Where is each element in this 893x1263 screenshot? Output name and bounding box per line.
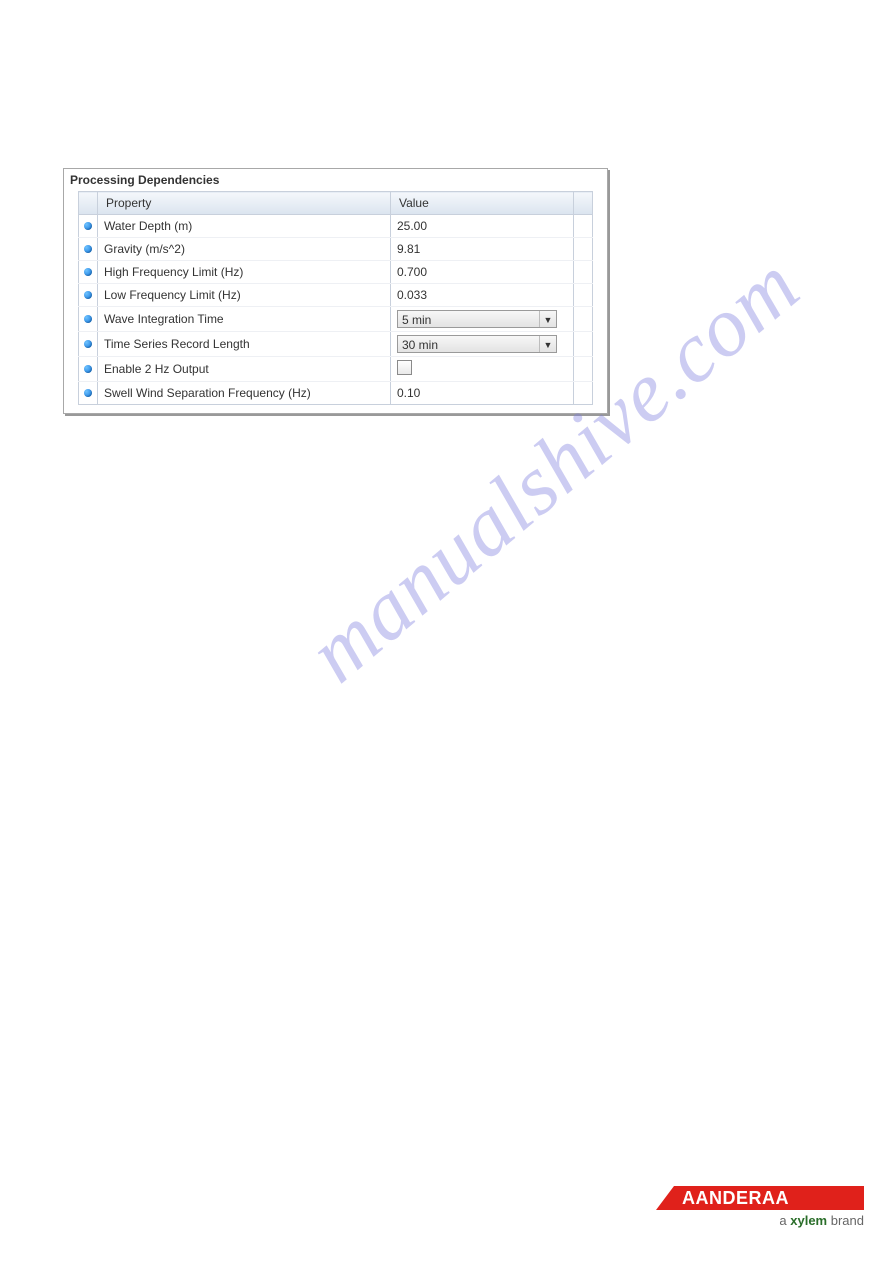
panel-title: Processing Dependencies [64,169,607,191]
brand-tagline: a xylem brand [656,1213,864,1228]
property-value[interactable]: 25.00 [397,219,427,233]
brand-block: AANDERAA a xylem brand [656,1186,864,1228]
row-end-cell [574,215,593,238]
bullet-icon [84,315,92,323]
property-value[interactable]: 9.81 [397,242,420,256]
property-value[interactable]: 0.10 [397,386,420,400]
property-label: Low Frequency Limit (Hz) [104,288,241,302]
property-value[interactable]: 0.033 [397,288,427,302]
table-row: Wave Integration Time 5 min ▼ [79,307,593,332]
table-row: Gravity (m/s^2) 9.81 [79,238,593,261]
row-end-cell [574,261,593,284]
table-row: Enable 2 Hz Output [79,357,593,382]
property-label: Water Depth (m) [104,219,192,233]
row-bullet-cell [79,382,98,405]
dropdown-value: 5 min [402,313,431,327]
table-header-row: Property Value [79,192,593,215]
row-bullet-cell [79,261,98,284]
property-label: Wave Integration Time [104,312,224,326]
property-value-cell [390,357,573,382]
table-row: Swell Wind Separation Frequency (Hz) 0.10 [79,382,593,405]
bullet-icon [84,340,92,348]
property-value-cell: 0.033 [390,284,573,307]
bullet-icon [84,389,92,397]
property-label: High Frequency Limit (Hz) [104,265,243,279]
property-label-cell: High Frequency Limit (Hz) [98,261,391,284]
row-end-cell [574,307,593,332]
table-row: High Frequency Limit (Hz) 0.700 [79,261,593,284]
property-value-cell: 0.10 [390,382,573,405]
brand-bar: AANDERAA [656,1186,864,1210]
chevron-down-icon[interactable]: ▼ [539,336,556,352]
row-bullet-cell [79,284,98,307]
property-label-cell: Swell Wind Separation Frequency (Hz) [98,382,391,405]
row-end-cell [574,284,593,307]
property-value-cell: 30 min ▼ [390,332,573,357]
header-end-col [574,192,593,215]
property-label-cell: Time Series Record Length [98,332,391,357]
row-bullet-cell [79,215,98,238]
property-label: Gravity (m/s^2) [104,242,185,256]
row-bullet-cell [79,238,98,261]
property-label: Swell Wind Separation Frequency (Hz) [104,386,311,400]
property-label-cell: Enable 2 Hz Output [98,357,391,382]
dropdown[interactable]: 30 min ▼ [397,335,557,353]
brand-tag-bold: xylem [790,1213,827,1228]
property-label-cell: Water Depth (m) [98,215,391,238]
properties-table: Property Value Water Depth (m) 25.00 Gravi… [78,191,593,405]
table-row: Low Frequency Limit (Hz) 0.033 [79,284,593,307]
property-value-cell: 9.81 [390,238,573,261]
property-value[interactable]: 0.700 [397,265,427,279]
property-label-cell: Wave Integration Time [98,307,391,332]
checkbox[interactable] [397,360,412,375]
row-bullet-cell [79,307,98,332]
chevron-down-icon[interactable]: ▼ [539,311,556,327]
processing-dependencies-panel: Processing Dependencies Property Value W… [63,168,608,414]
brand-tag-suffix: brand [827,1213,864,1228]
property-value-cell: 0.700 [390,261,573,284]
property-label: Time Series Record Length [104,337,250,351]
property-label: Enable 2 Hz Output [104,362,209,376]
row-end-cell [574,332,593,357]
dropdown-value: 30 min [402,338,438,352]
row-bullet-cell [79,332,98,357]
table-row: Water Depth (m) 25.00 [79,215,593,238]
header-icon-col [79,192,98,215]
brand-name: AANDERAA [682,1188,789,1209]
row-end-cell [574,357,593,382]
row-end-cell [574,382,593,405]
bullet-icon [84,245,92,253]
bullet-icon [84,268,92,276]
property-value-cell: 25.00 [390,215,573,238]
property-value-cell: 5 min ▼ [390,307,573,332]
brand-tag-prefix: a [779,1213,790,1228]
row-bullet-cell [79,357,98,382]
bullet-icon [84,222,92,230]
property-label-cell: Low Frequency Limit (Hz) [98,284,391,307]
table-row: Time Series Record Length 30 min ▼ [79,332,593,357]
bullet-icon [84,291,92,299]
property-label-cell: Gravity (m/s^2) [98,238,391,261]
bullet-icon [84,365,92,373]
header-property: Property [98,192,391,215]
row-end-cell [574,238,593,261]
header-value: Value [390,192,573,215]
dropdown[interactable]: 5 min ▼ [397,310,557,328]
